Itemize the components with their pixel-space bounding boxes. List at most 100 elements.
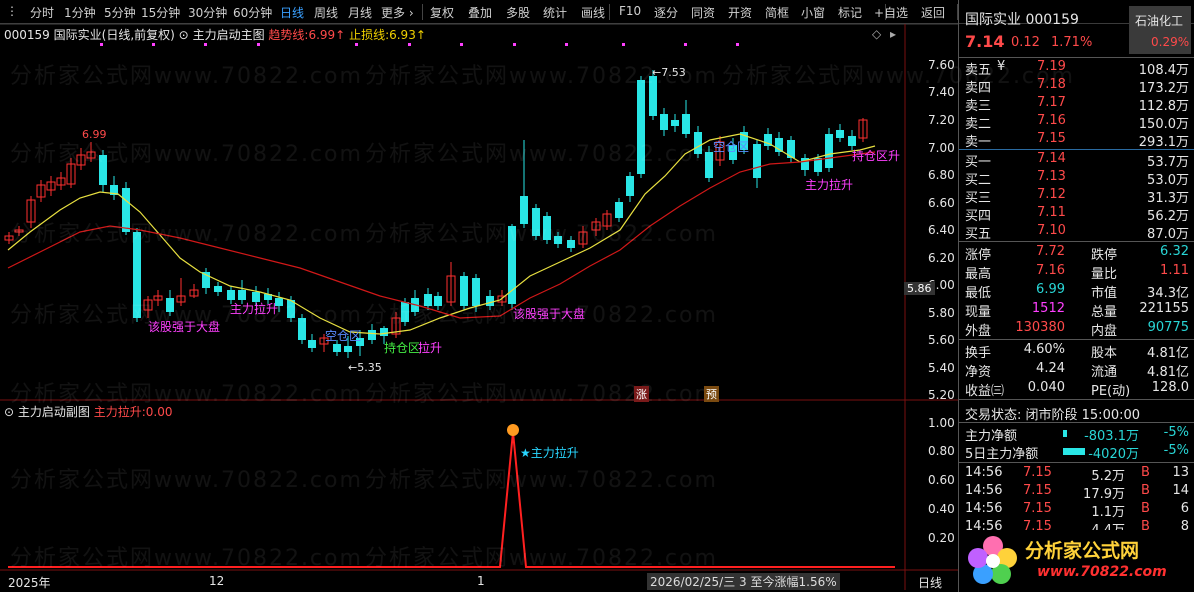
stat-value: 0.040 [1027, 380, 1065, 395]
signal-dot [257, 43, 260, 46]
range-gain: 3 至今涨幅1.56% [739, 575, 837, 589]
tick-time: 14:56 [965, 483, 1003, 498]
cursor-date-value: 2026/02/25/三 [650, 575, 736, 589]
signal-dot [684, 43, 687, 46]
ask-row[interactable]: 卖二 7.16 150.0万 [965, 113, 1189, 132]
stat-label: 最低 [965, 286, 992, 301]
bid-row[interactable]: 买二 7.13 53.0万 [965, 169, 1189, 188]
book-sign: ¥ [997, 59, 1006, 74]
book-label: 买五 [965, 227, 992, 242]
stat-label: 流通 [1091, 365, 1118, 380]
signal-dot [100, 43, 103, 46]
candle-body [344, 346, 352, 352]
sub-title[interactable]: 主力启动副图 [18, 405, 90, 419]
watermark: 分析家公式网www.70822.com [365, 222, 718, 247]
period-label[interactable]: 日线 [918, 574, 942, 591]
flower-logo-icon [968, 536, 1017, 584]
stat-value: 130380 [1015, 320, 1065, 335]
book-price: 7.16 [1037, 113, 1066, 128]
candle-body [368, 330, 376, 340]
stat-label: 量比 [1091, 267, 1118, 282]
bid-row[interactable]: 买三 7.12 31.3万 [965, 187, 1189, 206]
sub-chart-header: ⊙ 主力启动副图 主力拉升:0.00 [4, 403, 173, 420]
price-tick: 7.40 [928, 85, 955, 99]
bid-row[interactable]: 买一 7.14 53.7万 [965, 151, 1189, 170]
tick-time: 14:56 [965, 465, 1003, 480]
watermark: 分析家公式网www.70822.com [10, 546, 363, 571]
low-value: 5.35 [357, 361, 382, 374]
last-price: 7.14 [965, 32, 1005, 51]
divider [959, 149, 1194, 150]
sector-name: 石油化工 [1135, 14, 1184, 28]
flow-bar [1063, 430, 1067, 437]
book-label: 买一 [965, 155, 992, 170]
stat-value: 221155 [1139, 301, 1189, 316]
flow-row: 5日主力净额 -4020万 -5% [965, 443, 1189, 462]
book-label: 买三 [965, 191, 992, 206]
bid-row[interactable]: 买四 7.11 56.2万 [965, 205, 1189, 224]
ask-row[interactable]: 卖三 7.17 112.8万 [965, 95, 1189, 114]
divider [959, 422, 1194, 423]
price-change: 0.12 [1011, 35, 1040, 50]
flow-pct: -5% [1163, 425, 1189, 440]
signal-dot [460, 43, 463, 46]
candle-body [848, 136, 856, 146]
book-label: 买二 [965, 173, 992, 188]
book-label: 买四 [965, 209, 992, 224]
date-start: 2025年 [8, 576, 51, 590]
stat-value: 6.32 [1160, 244, 1189, 259]
sub-dropdown-icon[interactable]: ⊙ [4, 405, 14, 419]
book-volume: 56.2万 [1147, 209, 1189, 224]
signal-dot [152, 43, 155, 46]
stat-label: 最高 [965, 267, 992, 282]
ask-row[interactable]: 卖五 ¥7.19 108.4万 [965, 59, 1189, 78]
predict-badge: 预 [704, 386, 719, 402]
tick-row: 14:56 7.15 5.2万 B 13 [965, 465, 1189, 484]
quote-title: 国际实业 000159 [965, 9, 1079, 29]
tick-count: 6 [1180, 501, 1189, 516]
signal-dot [565, 43, 568, 46]
stat-row: 净资 4.24 流通 4.81亿 [965, 361, 1189, 380]
stat-label: PE(动) [1091, 384, 1131, 399]
candle-body [660, 114, 668, 130]
signal-dot [355, 43, 358, 46]
date-month: 1 [477, 574, 485, 588]
book-volume: 53.7万 [1147, 155, 1189, 170]
price-tick: 7.20 [928, 113, 955, 127]
rise-badge: 涨 [634, 386, 649, 402]
sector-pct: 0.29% [1151, 35, 1190, 49]
price-tick: 6.80 [928, 168, 955, 182]
book-price: 7.14 [1037, 151, 1066, 166]
ask-row[interactable]: 卖四 7.18 173.2万 [965, 77, 1189, 96]
pull-short-label: 拉升 [418, 341, 443, 355]
cursor-date: 2026/02/25/三 3 至今涨幅1.56% [647, 573, 840, 590]
peak-label: 6.99 [82, 128, 107, 141]
book-price: 7.15 [1037, 131, 1066, 146]
stat-value: 7.72 [1036, 244, 1065, 259]
stat-row: 现量 1512 总量 221155 [965, 301, 1189, 320]
stat-label: 换手 [965, 346, 992, 361]
book-price: 7.17 [1037, 95, 1066, 110]
book-volume: 112.8万 [1138, 99, 1189, 114]
watermark: 分析家公式网www.70822.com [365, 546, 718, 571]
book-volume: 150.0万 [1138, 117, 1189, 132]
signal-dot [736, 43, 739, 46]
flow-label: 主力净额 [965, 429, 1018, 444]
stronger-label: 该股强于大盘 [148, 320, 221, 334]
stat-label: 市值 [1091, 286, 1118, 301]
tick-direction: B [1141, 465, 1150, 480]
divider [959, 241, 1194, 242]
sub-value: 0.00 [145, 405, 173, 419]
stat-value: 7.16 [1036, 263, 1065, 278]
stat-value: 1512 [1031, 301, 1065, 316]
stat-row: 最低 6.99 市值 34.3亿 [965, 282, 1189, 301]
flow-row: 主力净额 -803.1万 -5% [965, 425, 1189, 444]
tick-volume: 1.1万 [1091, 505, 1125, 520]
ask-row[interactable]: 卖一 7.15 293.1万 [965, 131, 1189, 150]
stat-row: 换手 4.60% 股本 4.81亿 [965, 342, 1189, 361]
stat-value: 4.81亿 [1147, 365, 1189, 380]
candle-body [682, 114, 690, 134]
low-label: ←5.35 [348, 361, 382, 374]
bid-row[interactable]: 买五 7.10 87.0万 [965, 223, 1189, 242]
brand-logo: 分析家公式网 www.70822.com [963, 530, 1191, 590]
